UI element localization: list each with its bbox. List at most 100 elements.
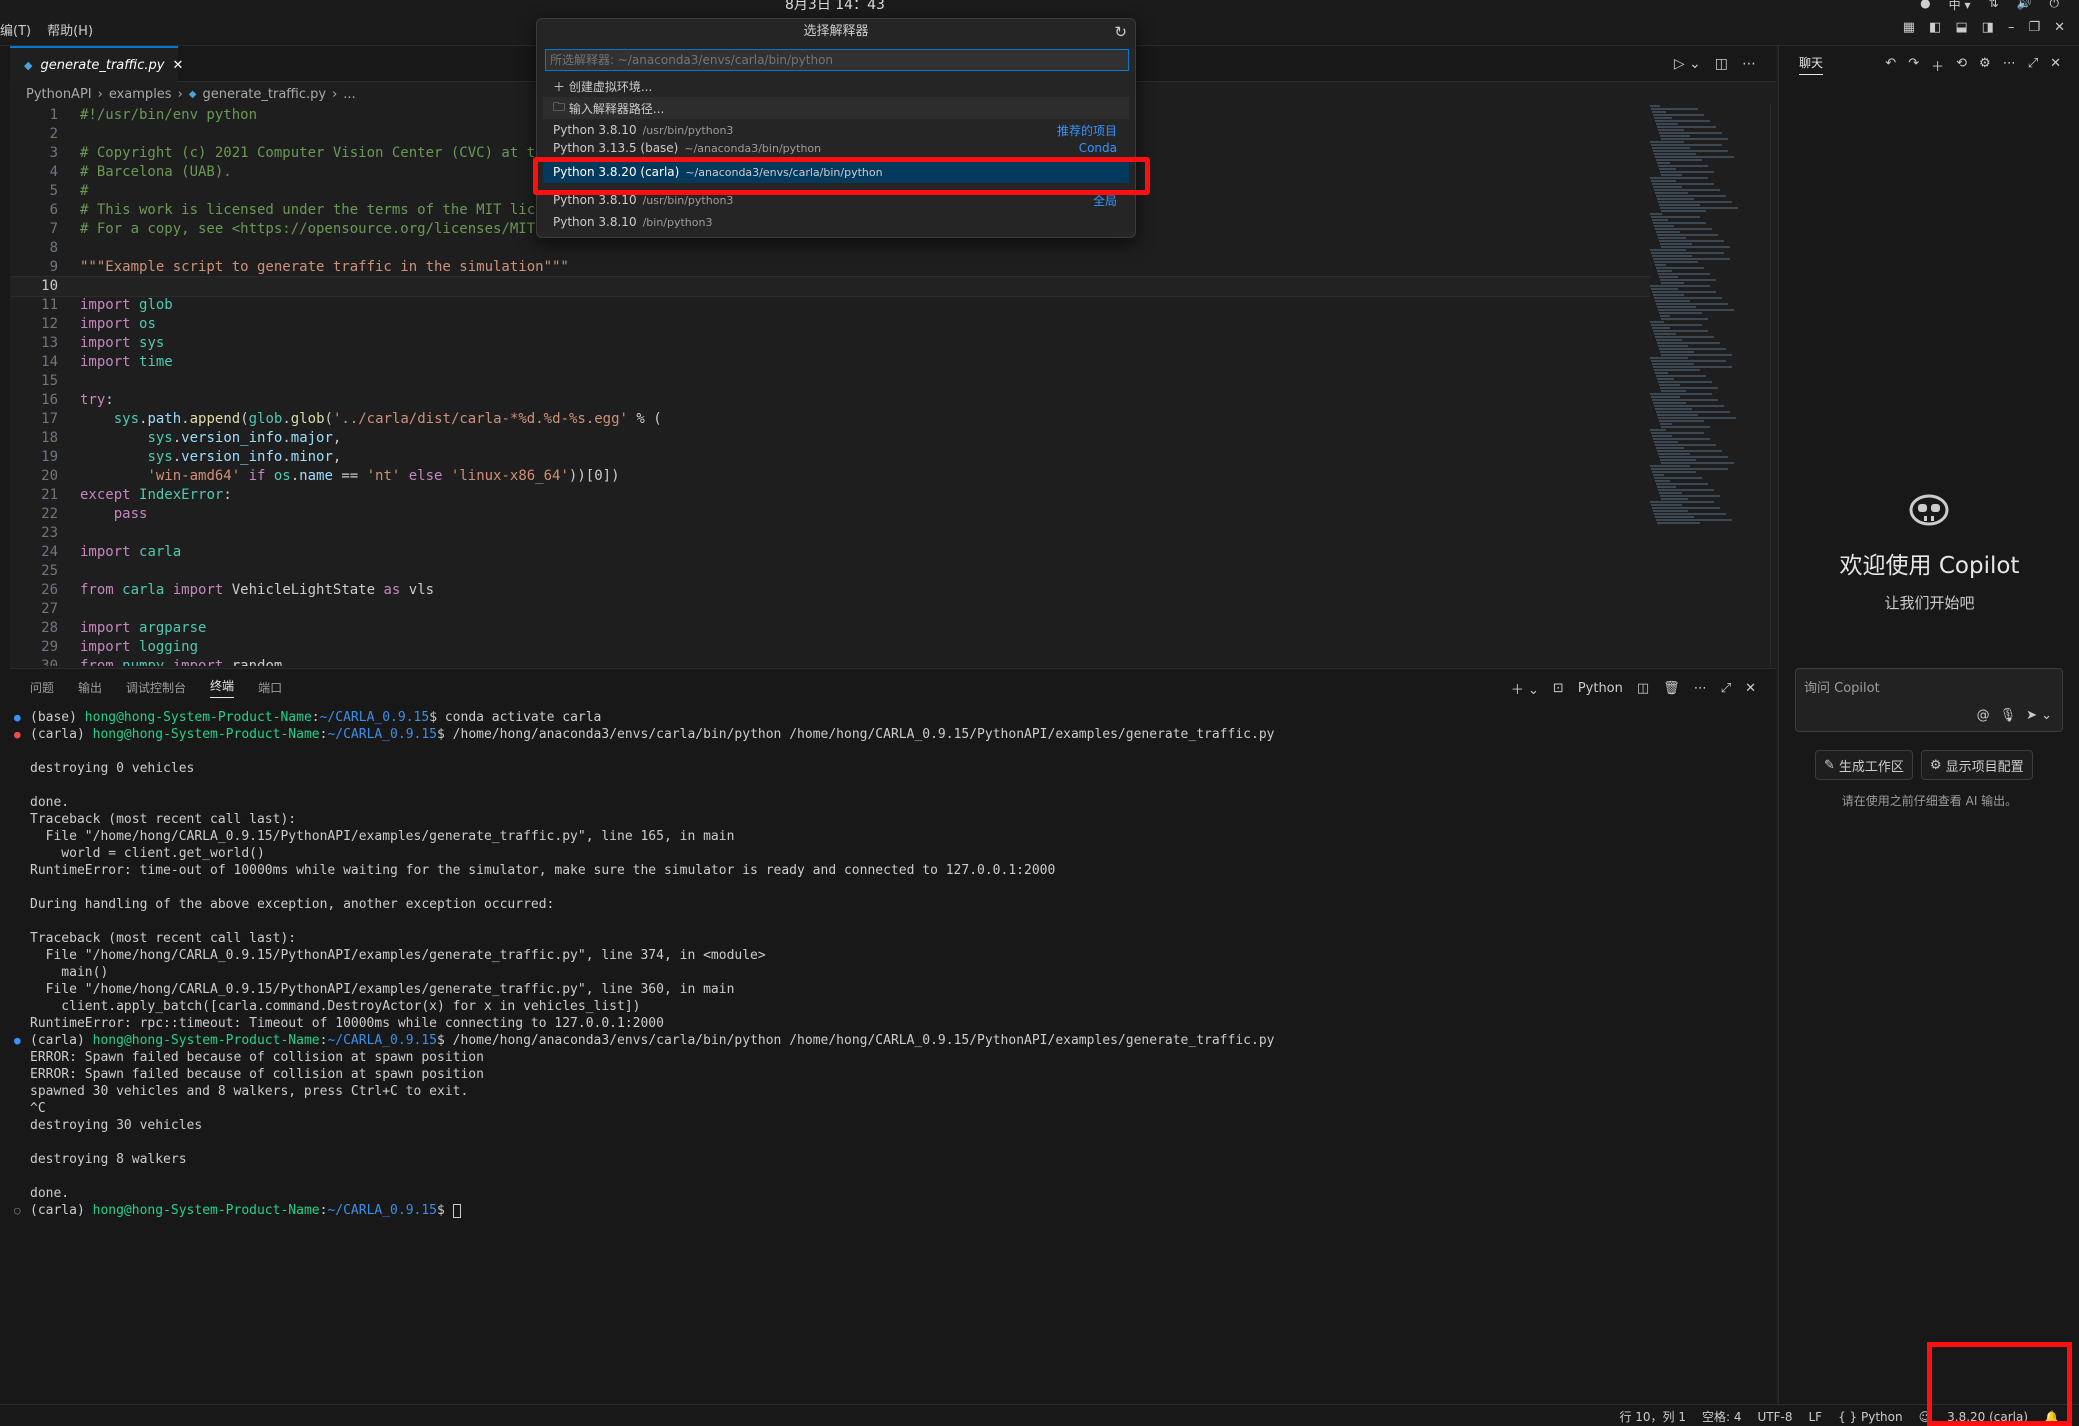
app-indicator-icon[interactable]: ● bbox=[1920, 0, 1930, 13]
more-actions-icon[interactable]: ⋯ bbox=[2003, 56, 2016, 75]
interpreter-option[interactable]: Python 3.8.10/bin/python3 bbox=[537, 211, 1135, 233]
tab-problems[interactable]: 问题 bbox=[30, 679, 54, 696]
minimap[interactable] bbox=[1650, 104, 1758, 666]
tab-ports[interactable]: 端口 bbox=[258, 679, 282, 696]
enter-path-item[interactable]: 🗀 输入解释器路径... bbox=[543, 97, 1129, 119]
tab-terminal[interactable]: 终端 bbox=[210, 677, 235, 698]
command-decoration-icon[interactable]: ● bbox=[14, 709, 21, 726]
terminal-output[interactable]: ● (base) hong@hong-System-Product-Name:~/… bbox=[10, 705, 1776, 1219]
breadcrumb-item[interactable]: PythonAPI bbox=[26, 87, 92, 102]
code-line[interactable]: 23 bbox=[10, 524, 1650, 543]
toggle-sidebar-icon[interactable]: ◧ bbox=[1929, 20, 1941, 35]
terminal-text: hong@hong-System-Product-Name bbox=[92, 1203, 320, 1218]
command-decoration-icon[interactable]: ○ bbox=[14, 1202, 21, 1219]
code-line[interactable]: 15 bbox=[10, 372, 1650, 391]
undo-icon[interactable]: ↶ bbox=[1885, 56, 1896, 75]
code-line[interactable]: 21 except IndexError: bbox=[10, 486, 1650, 505]
minimize-icon[interactable]: – bbox=[2008, 20, 2015, 35]
new-chat-icon[interactable]: ＋ bbox=[1931, 56, 1944, 75]
mention-icon[interactable]: @ bbox=[1977, 708, 1990, 723]
code-line[interactable]: 18 sys.version_info.major, bbox=[10, 429, 1650, 448]
create-venv-item[interactable]: ＋ 创建虚拟环境... bbox=[537, 75, 1135, 97]
breadcrumb-item[interactable]: examples bbox=[109, 87, 172, 102]
redo-icon[interactable]: ↷ bbox=[1908, 56, 1919, 75]
code-line[interactable]: 14 import time bbox=[10, 353, 1650, 372]
close-icon[interactable]: ✕ bbox=[2050, 56, 2061, 75]
close-icon[interactable]: ✕ bbox=[2054, 20, 2065, 35]
command-decoration-icon[interactable]: ● bbox=[14, 1032, 21, 1049]
code-line[interactable]: 20 'win-amd64' if os.name == 'nt' else '… bbox=[10, 467, 1650, 486]
more-actions-icon[interactable]: ⋯ bbox=[1742, 56, 1756, 72]
split-terminal-icon[interactable]: ◫ bbox=[1637, 681, 1649, 696]
encoding[interactable]: UTF-8 bbox=[1758, 1410, 1793, 1424]
interpreter-option[interactable]: Python 3.8.10/usr/bin/python3 推荐的项目 bbox=[537, 119, 1135, 141]
code-line[interactable]: 12 import os bbox=[10, 315, 1650, 334]
tab-output[interactable]: 输出 bbox=[78, 679, 102, 696]
network-icon[interactable]: ⇅ bbox=[1988, 0, 1998, 13]
indentation[interactable]: 空格: 4 bbox=[1702, 1408, 1742, 1425]
toggle-secondary-sidebar-icon[interactable]: ◨ bbox=[1982, 20, 1994, 35]
history-icon[interactable]: ⟲ bbox=[1956, 56, 1967, 75]
show-project-config-button[interactable]: ⚙ 显示项目配置 bbox=[1920, 750, 2033, 780]
chat-title[interactable]: 聊天 bbox=[1799, 54, 1824, 75]
trash-icon[interactable]: 🗑 bbox=[1663, 681, 1680, 696]
microphone-icon[interactable]: 🎙 bbox=[2000, 708, 2017, 723]
tab-debug-console[interactable]: 调试控制台 bbox=[126, 679, 186, 696]
gear-icon[interactable]: ⚙ bbox=[1979, 56, 1991, 75]
refresh-icon[interactable]: ↻ bbox=[1114, 19, 1127, 45]
minimap-line bbox=[1657, 234, 1718, 236]
code-line[interactable]: 11 import glob bbox=[10, 296, 1650, 315]
more-actions-icon[interactable]: ⋯ bbox=[1694, 681, 1707, 696]
code-token: == bbox=[332, 468, 367, 484]
breadcrumb-item[interactable]: generate_traffic.py bbox=[202, 87, 326, 102]
code-line[interactable]: 19 sys.version_info.minor, bbox=[10, 448, 1650, 467]
code-line[interactable]: 16 try: bbox=[10, 391, 1650, 410]
power-icon[interactable]: ⏻ bbox=[2050, 0, 2060, 13]
code-line[interactable]: 13 import sys bbox=[10, 334, 1650, 353]
language-mode[interactable]: { } Python bbox=[1838, 1410, 1903, 1424]
interpreter-search-input[interactable] bbox=[545, 49, 1129, 71]
customize-layout-icon[interactable]: ▦ bbox=[1903, 20, 1915, 35]
minimap-line bbox=[1660, 207, 1738, 209]
terminal-profile-label[interactable]: Python bbox=[1578, 681, 1623, 696]
new-terminal-icon[interactable]: ＋ ⌄ bbox=[1511, 679, 1539, 698]
code-line[interactable]: 25 bbox=[10, 562, 1650, 581]
code-line[interactable]: 28 import argparse bbox=[10, 619, 1650, 638]
maximize-panel-icon[interactable]: ⤢ bbox=[1721, 681, 1731, 696]
close-tab-icon[interactable]: ✕ bbox=[173, 58, 184, 73]
maximize-icon[interactable]: ⤢ bbox=[2028, 56, 2038, 75]
tab-generate-traffic[interactable]: ◆ generate_traffic.py ✕ bbox=[10, 46, 183, 82]
code-line[interactable]: 24 import carla bbox=[10, 543, 1650, 562]
code-line[interactable]: 27 bbox=[10, 600, 1650, 619]
minimap-line bbox=[1656, 159, 1702, 161]
cursor-position[interactable]: 行 10，列 1 bbox=[1619, 1408, 1686, 1425]
code-line[interactable]: 29 import logging bbox=[10, 638, 1650, 657]
toggle-panel-icon[interactable]: ⬓ bbox=[1955, 20, 1967, 35]
code-line[interactable]: 8 bbox=[10, 239, 1650, 258]
interpreter-option[interactable]: Python 3.13.5 (base) ~/anaconda3/bin/pyth… bbox=[537, 141, 1135, 155]
menu-item-terminal[interactable]: 编(T) bbox=[0, 20, 31, 39]
line-ending[interactable]: LF bbox=[1809, 1410, 1823, 1424]
code-line[interactable]: 9 """Example script to generate traffic i… bbox=[10, 258, 1650, 277]
chat-input[interactable]: 询问 Copilot @ 🎙 ➤ ⌄ bbox=[1795, 668, 2063, 732]
send-icon[interactable]: ➤ ⌄ bbox=[2026, 708, 2052, 723]
volume-icon[interactable]: 🔊 bbox=[2017, 0, 2032, 13]
minimap-line bbox=[1658, 453, 1690, 455]
menu-item-help[interactable]: 帮助(H) bbox=[47, 20, 93, 39]
input-method-icon[interactable]: 中 ▾ bbox=[1949, 0, 1971, 13]
close-panel-icon[interactable]: ✕ bbox=[1745, 681, 1756, 696]
breadcrumb-item[interactable]: ... bbox=[343, 87, 355, 102]
split-editor-icon[interactable]: ◫ bbox=[1715, 56, 1728, 72]
code-line[interactable]: 26 from carla import VehicleLightState as… bbox=[10, 581, 1650, 600]
restore-icon[interactable]: ❐ bbox=[2028, 20, 2040, 35]
editor-scrollbar[interactable] bbox=[1770, 104, 1776, 666]
code-line[interactable]: 30 from numpy import random bbox=[10, 657, 1650, 666]
minimap-line bbox=[1656, 483, 1708, 485]
code-line[interactable]: 17 sys.path.append(glob.glob('../carla/d… bbox=[10, 410, 1650, 429]
code-line[interactable]: 22 pass bbox=[10, 505, 1650, 524]
generate-workspace-button[interactable]: ✎ 生成工作区 bbox=[1815, 750, 1913, 780]
run-icon[interactable]: ▷ ⌄ bbox=[1674, 56, 1701, 72]
code-line[interactable]: 10 bbox=[10, 276, 1650, 297]
code-text: import carla bbox=[58, 543, 181, 562]
command-decoration-icon[interactable]: ● bbox=[14, 726, 21, 743]
